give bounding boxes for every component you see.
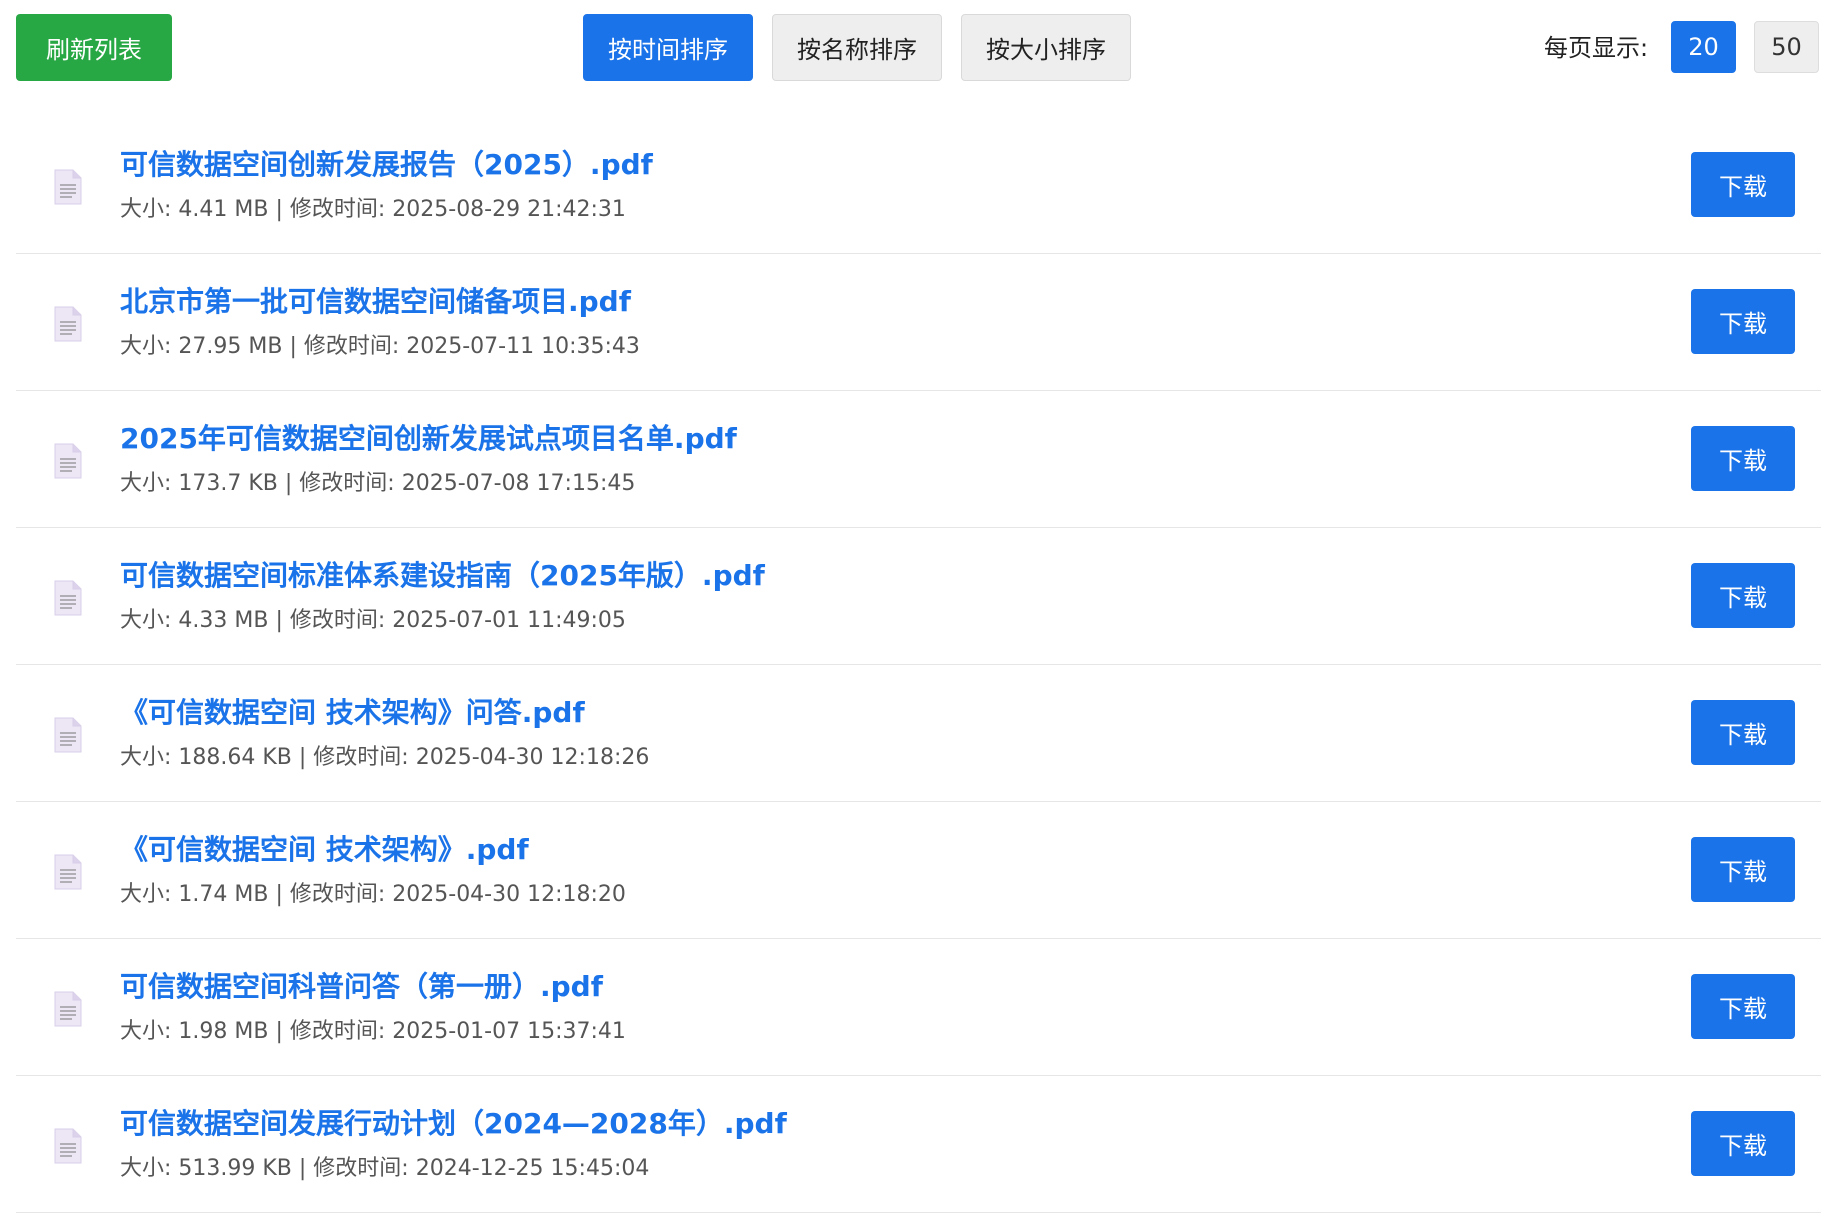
file-name-link[interactable]: 《可信数据空间 技术架构》.pdf (120, 832, 529, 868)
sort-by-size-button[interactable]: 按大小排序 (961, 14, 1131, 81)
file-row: 《可信数据空间 技术架构》问答.pdf 大小: 188.64 KB | 修改时间… (16, 665, 1821, 802)
per-page-50-button[interactable]: 50 (1754, 21, 1819, 73)
document-icon (54, 854, 82, 890)
file-name-link[interactable]: 2025年可信数据空间创新发展试点项目名单.pdf (120, 421, 737, 457)
document-icon (54, 717, 82, 753)
sort-by-time-button[interactable]: 按时间排序 (583, 14, 753, 81)
file-name-link[interactable]: 可信数据空间发展行动计划（2024—2028年）.pdf (120, 1106, 787, 1142)
file-meta: 大小: 1.98 MB | 修改时间: 2025-01-07 15:37:41 (120, 1019, 626, 1044)
file-row: 可信数据空间科普问答（第一册）.pdf 大小: 1.98 MB | 修改时间: … (16, 939, 1821, 1076)
file-name-link[interactable]: 可信数据空间创新发展报告（2025）.pdf (120, 147, 653, 183)
file-name-link[interactable]: 《可信数据空间 技术架构》问答.pdf (120, 695, 585, 731)
file-meta: 大小: 188.64 KB | 修改时间: 2025-04-30 12:18:2… (120, 745, 650, 770)
sort-by-name-button[interactable]: 按名称排序 (772, 14, 942, 81)
file-name-link[interactable]: 可信数据空间科普问答（第一册）.pdf (120, 969, 603, 1005)
file-meta: 大小: 4.33 MB | 修改时间: 2025-07-01 11:49:05 (120, 608, 626, 633)
download-button[interactable]: 下载 (1691, 152, 1795, 217)
document-icon (54, 1128, 82, 1164)
file-name-link[interactable]: 可信数据空间标准体系建设指南（2025年版）.pdf (120, 558, 765, 594)
file-meta: 大小: 173.7 KB | 修改时间: 2025-07-08 17:15:45 (120, 471, 636, 496)
download-button[interactable]: 下载 (1691, 289, 1795, 354)
refresh-list-button[interactable]: 刷新列表 (16, 14, 172, 81)
document-icon (54, 443, 82, 479)
document-icon (54, 580, 82, 616)
document-icon (54, 169, 82, 205)
document-icon (54, 991, 82, 1027)
file-row: 2025年可信数据空间创新发展试点项目名单.pdf 大小: 173.7 KB |… (16, 391, 1821, 528)
download-button[interactable]: 下载 (1691, 1111, 1795, 1176)
file-list: 可信数据空间创新发展报告（2025）.pdf 大小: 4.41 MB | 修改时… (16, 117, 1821, 1213)
download-button[interactable]: 下载 (1691, 837, 1795, 902)
file-row: 可信数据空间发展行动计划（2024—2028年）.pdf 大小: 513.99 … (16, 1076, 1821, 1213)
per-page-label: 每页显示: (1544, 34, 1649, 62)
file-row: 《可信数据空间 技术架构》.pdf 大小: 1.74 MB | 修改时间: 20… (16, 802, 1821, 939)
file-row: 可信数据空间创新发展报告（2025）.pdf 大小: 4.41 MB | 修改时… (16, 117, 1821, 254)
download-button[interactable]: 下载 (1691, 700, 1795, 765)
file-meta: 大小: 27.95 MB | 修改时间: 2025-07-11 10:35:43 (120, 334, 640, 359)
toolbar: 刷新列表 按时间排序 按名称排序 按大小排序 每页显示: 20 50 (0, 0, 1830, 100)
file-meta: 大小: 1.74 MB | 修改时间: 2025-04-30 12:18:20 (120, 882, 626, 907)
file-meta: 大小: 513.99 KB | 修改时间: 2024-12-25 15:45:0… (120, 1156, 650, 1181)
file-name-link[interactable]: 北京市第一批可信数据空间储备项目.pdf (120, 284, 631, 320)
document-icon (54, 306, 82, 342)
per-page-20-button[interactable]: 20 (1671, 21, 1736, 73)
download-button[interactable]: 下载 (1691, 426, 1795, 491)
download-button[interactable]: 下载 (1691, 974, 1795, 1039)
download-button[interactable]: 下载 (1691, 563, 1795, 628)
file-row: 可信数据空间标准体系建设指南（2025年版）.pdf 大小: 4.33 MB |… (16, 528, 1821, 665)
file-meta: 大小: 4.41 MB | 修改时间: 2025-08-29 21:42:31 (120, 197, 626, 222)
file-row: 北京市第一批可信数据空间储备项目.pdf 大小: 27.95 MB | 修改时间… (16, 254, 1821, 391)
